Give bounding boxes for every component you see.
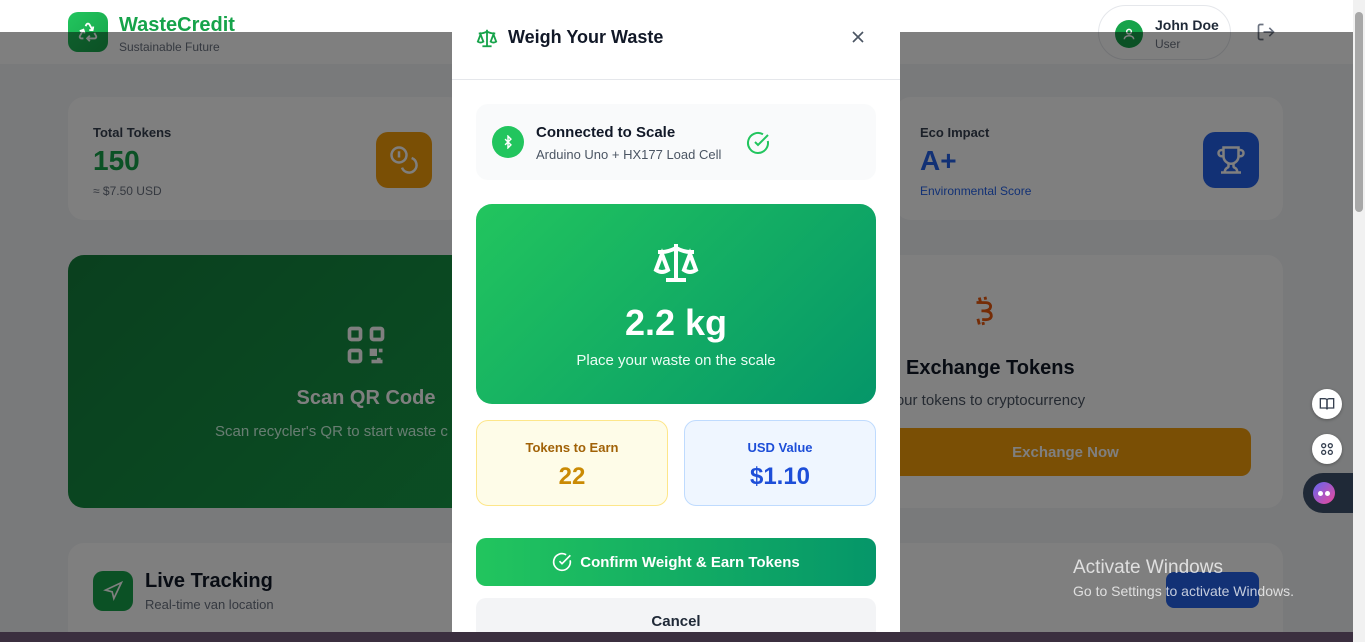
reader-icon[interactable] <box>1312 389 1342 419</box>
weight-hint: Place your waste on the scale <box>576 352 776 369</box>
scale-connection-status: Connected to Scale Arduino Uno + HX177 L… <box>476 104 876 180</box>
weight-display: 2.2 kg Place your waste on the scale <box>476 204 876 404</box>
scrollbar-thumb[interactable] <box>1355 12 1363 212</box>
confirm-weight-label: Confirm Weight & Earn Tokens <box>580 553 800 571</box>
connection-device: Arduino Uno + HX177 Load Cell <box>536 147 722 162</box>
tokens-to-earn-value: 22 <box>558 463 586 490</box>
modal-header: Weigh Your Waste <box>452 0 900 80</box>
taskbar <box>0 632 1353 642</box>
weigh-waste-modal: Weigh Your Waste Connected to Scale Ardu… <box>452 0 900 632</box>
tokens-to-earn-label: Tokens to Earn <box>525 440 619 455</box>
user-name: John Doe <box>1155 17 1219 33</box>
usd-value-box: USD Value $1.10 <box>684 420 876 506</box>
modal-title: Weigh Your Waste <box>508 27 664 47</box>
close-icon[interactable] <box>848 27 868 47</box>
scale-icon <box>652 238 700 291</box>
usd-value: $1.10 <box>749 463 811 490</box>
check-circle-icon <box>746 131 770 160</box>
assistant-icon <box>1313 482 1335 504</box>
activate-windows-watermark: Activate Windows Go to Settings to activ… <box>1073 557 1294 599</box>
apps-grid-icon[interactable] <box>1312 434 1342 464</box>
cancel-button[interactable]: Cancel <box>476 598 876 632</box>
page-scrollbar[interactable] <box>1353 0 1365 642</box>
connection-title: Connected to Scale <box>536 124 676 141</box>
usd-value-label: USD Value <box>747 440 813 455</box>
activate-windows-subtitle: Go to Settings to activate Windows. <box>1073 583 1294 599</box>
assistant-widget[interactable] <box>1303 473 1353 513</box>
tokens-to-earn-box: Tokens to Earn 22 <box>476 420 668 506</box>
check-circle-icon <box>552 552 572 572</box>
bluetooth-icon <box>492 126 524 158</box>
scale-icon <box>476 27 498 54</box>
activate-windows-title: Activate Windows <box>1073 557 1223 578</box>
confirm-weight-button[interactable]: Confirm Weight & Earn Tokens <box>476 538 876 586</box>
weight-value: 2.2 kg <box>624 302 728 343</box>
